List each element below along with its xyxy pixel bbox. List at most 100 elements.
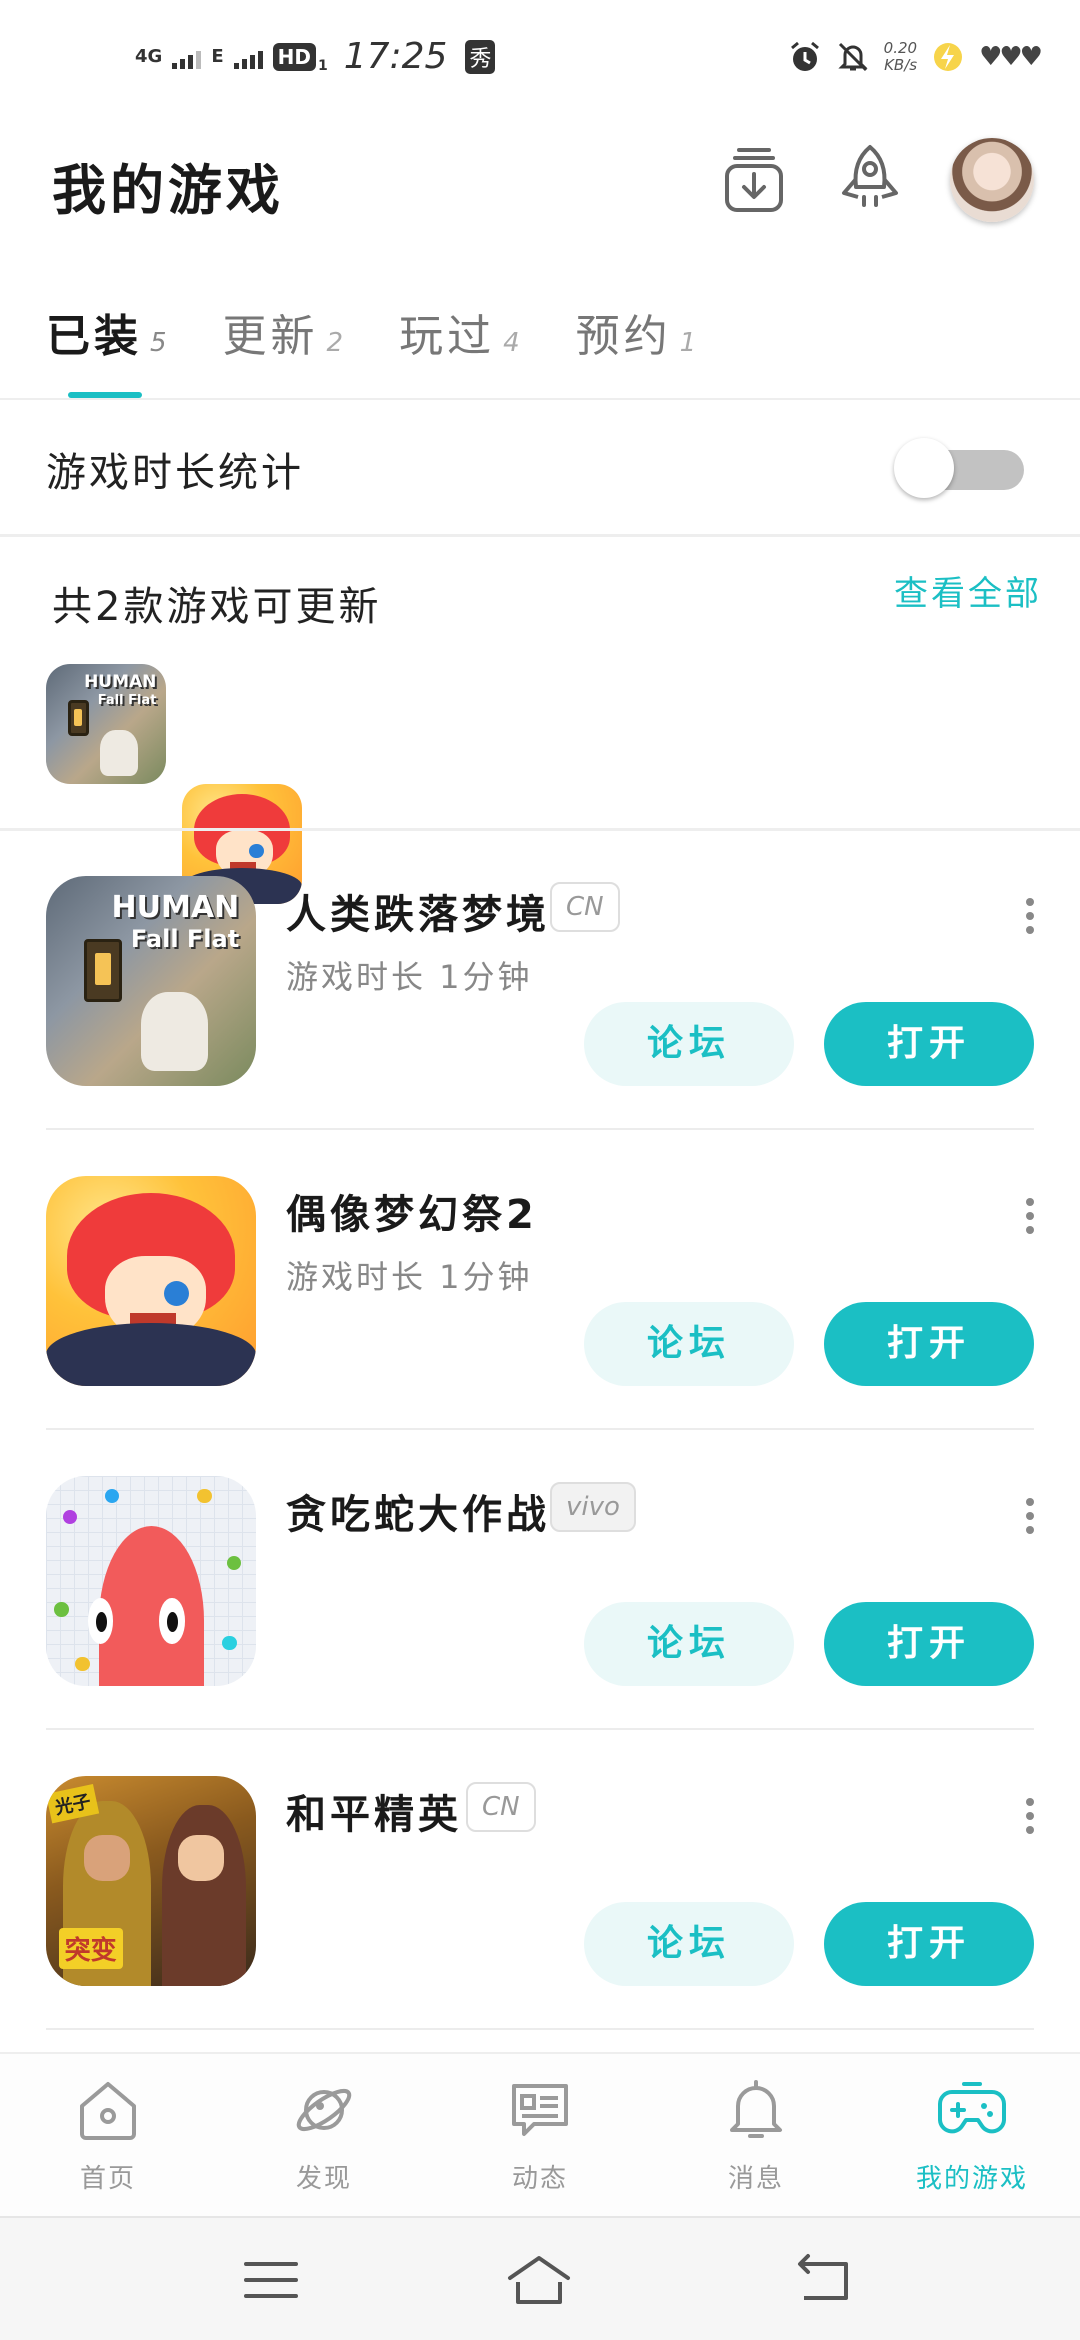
eye-graphic — [249, 844, 264, 859]
game-icon-peace-elite[interactable]: 光子 突变 — [46, 1776, 256, 1986]
snake-body-graphic — [88, 1526, 204, 1686]
dot — [1026, 1812, 1034, 1820]
system-navigation-bar — [0, 2216, 1080, 2340]
forum-button[interactable]: 论坛 — [584, 1902, 794, 1986]
open-button[interactable]: 打开 — [824, 1902, 1034, 1986]
download-tray-icon — [725, 148, 783, 212]
nav-label: 发现 — [295, 2164, 352, 2194]
game-icon-ensemble-stars[interactable] — [46, 1176, 256, 1386]
playtime-stats-label: 游戏时长统计 — [46, 450, 304, 496]
game-name: 贪吃蛇大作战 — [286, 1492, 550, 1538]
mute-bell-icon — [838, 42, 868, 72]
net-speed-unit: KB/s — [884, 56, 918, 74]
gamepad-icon — [938, 2082, 1006, 2134]
human-logo-line-1: HUMAN — [84, 671, 157, 692]
game-row: 偶像梦幻祭2 游戏时长 1分钟 论坛 打开 — [0, 1176, 1080, 1476]
game-icon-human-fall-flat[interactable]: HUMAN Fall Flat — [46, 876, 256, 1086]
tab-count: 2 — [326, 328, 344, 358]
charging-icon — [934, 43, 963, 71]
soldier-face-graphic — [178, 1834, 225, 1881]
row-divider — [46, 1428, 1034, 1430]
tab-count: 5 — [150, 328, 167, 358]
nav-label: 我的游戏 — [915, 2164, 1028, 2194]
tab-played[interactable]: 玩过 4 — [399, 300, 520, 364]
tabs-divider — [0, 398, 1080, 400]
nav-messages[interactable]: 消息 — [648, 2054, 864, 2216]
message-card-icon — [512, 2084, 568, 2136]
tab-count: 4 — [503, 328, 520, 358]
tab-label: 玩过 — [399, 311, 496, 362]
human-logo-line-1: HUMAN — [111, 889, 240, 925]
snake-eye — [159, 1598, 185, 1644]
tab-updates[interactable]: 更新 2 — [223, 300, 344, 364]
back-icon[interactable] — [790, 2250, 860, 2310]
forum-button[interactable]: 论坛 — [584, 1602, 794, 1686]
network-type-label: 4G — [135, 45, 163, 67]
food-dot — [104, 1488, 120, 1504]
food-dot — [222, 1635, 238, 1651]
forum-button[interactable]: 论坛 — [584, 1002, 794, 1086]
game-boost-button[interactable] — [830, 140, 910, 220]
signal-icon — [172, 45, 202, 69]
nav-label: 消息 — [727, 2164, 784, 2194]
food-dot — [62, 1509, 78, 1525]
tab-reserved[interactable]: 预约 1 — [576, 300, 697, 364]
food-dot — [54, 1602, 70, 1617]
food-dot — [197, 1488, 212, 1504]
status-bar: 4G E HD 1 17:25 秀 0.20 KB/s ♥♥♥ — [0, 0, 1080, 120]
updates-divider — [0, 828, 1080, 831]
tab-label: 预约 — [575, 311, 672, 362]
download-manager-button[interactable] — [714, 140, 794, 220]
net-speed: 0.20 KB/s — [884, 40, 917, 74]
battery-hearts-icon: ♥♥♥ — [979, 42, 1043, 72]
row-divider — [46, 1128, 1034, 1130]
signal-icon-2 — [233, 45, 263, 69]
nav-my-games[interactable]: 我的游戏 — [864, 2054, 1080, 2216]
soldier-graphic — [161, 1805, 246, 1986]
figure-graphic — [140, 991, 208, 1072]
open-button[interactable]: 打开 — [824, 1602, 1034, 1686]
toggle-knob — [894, 438, 954, 498]
coat-graphic — [46, 1323, 256, 1386]
open-button[interactable]: 打开 — [824, 1002, 1034, 1086]
dot — [1026, 898, 1034, 906]
menu-icon[interactable] — [236, 2250, 306, 2310]
more-options-button[interactable] — [1010, 886, 1050, 946]
net-speed-value: 0.20 — [883, 39, 918, 57]
playtime-stats-toggle[interactable] — [894, 436, 1030, 500]
soldier-face-graphic — [83, 1834, 130, 1881]
forum-button[interactable]: 论坛 — [584, 1302, 794, 1386]
game-row: HUMAN Fall Flat 人类跌落梦境 CN 游戏时长 1分钟 论坛 打开 — [0, 876, 1080, 1176]
nav-feed[interactable]: 动态 — [432, 2054, 648, 2216]
game-icon-snake[interactable] — [46, 1476, 256, 1686]
network-type-label-2: E — [211, 45, 224, 67]
snake-eye — [88, 1598, 114, 1644]
open-button[interactable]: 打开 — [824, 1302, 1034, 1386]
game-tabs: 已装 5 更新 2 玩过 4 预约 1 — [46, 300, 696, 364]
view-all-link[interactable]: 查看全部 — [894, 566, 1042, 615]
snake-pupil — [166, 1611, 179, 1633]
game-name: 偶像梦幻祭2 — [286, 1192, 538, 1238]
sim-label: 1 — [317, 57, 328, 74]
nav-discover[interactable]: 发现 — [216, 2054, 432, 2216]
game-name: 人类跌落梦境 — [286, 892, 550, 938]
updates-title: 共2款游戏可更新 — [52, 584, 382, 630]
home-button-icon[interactable] — [504, 2250, 574, 2310]
user-avatar[interactable] — [950, 138, 1034, 222]
dot — [1026, 926, 1034, 934]
dot — [1026, 1212, 1034, 1220]
more-options-button[interactable] — [1010, 1486, 1050, 1546]
tab-installed[interactable]: 已装 5 — [46, 300, 167, 364]
food-dot — [226, 1555, 242, 1571]
more-options-button[interactable] — [1010, 1186, 1050, 1246]
status-left: 4G E HD 1 17:25 秀 — [135, 36, 496, 77]
vivo-tag: vivo — [550, 1482, 636, 1532]
game-row: 光子 突变 和平精英 CN 论坛 打开 — [0, 1776, 1080, 2076]
dot — [1026, 1512, 1034, 1520]
more-options-button[interactable] — [1010, 1786, 1050, 1846]
update-icon-human-fall-flat[interactable]: HUMAN Fall Flat — [46, 664, 166, 784]
nav-label: 动态 — [511, 2164, 568, 2194]
rocket-icon — [842, 145, 898, 207]
dot — [1026, 1198, 1034, 1206]
nav-home[interactable]: 首页 — [0, 2054, 216, 2216]
